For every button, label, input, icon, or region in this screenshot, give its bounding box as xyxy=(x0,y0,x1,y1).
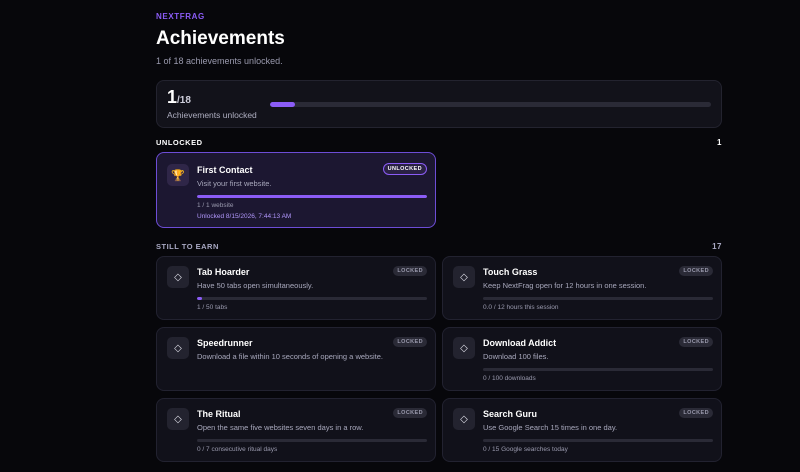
diamond-icon: ◇ xyxy=(453,337,475,359)
achievement-description: Download 100 files. xyxy=(483,352,549,361)
summary-count-block: 1/18 Achievements unlocked xyxy=(167,88,270,120)
diamond-icon: ◇ xyxy=(167,408,189,430)
page-title: Achievements xyxy=(156,28,285,49)
achievement-card[interactable]: ◇ LOCKED Touch Grass Keep NextFrag open for… xyxy=(442,256,722,320)
achievement-progress-text: 1 / 50 tabs xyxy=(197,304,228,311)
achievement-progress-fill xyxy=(197,297,202,300)
achievement-progress-fill xyxy=(197,195,427,198)
achievement-description: Have 50 tabs open simultaneously. xyxy=(197,281,314,290)
summary-total: /18 xyxy=(177,95,191,106)
achievement-card[interactable]: ◇ LOCKED Speedrunner Download a file within… xyxy=(156,327,436,391)
locked-grid: ◇ LOCKED Tab Hoarder Have 50 tabs open simu… xyxy=(156,256,722,462)
achievement-unlocked-date: Unlocked 8/15/2026, 7:44:13 AM xyxy=(197,213,292,220)
achievement-progress-text: 0.0 / 12 hours this session xyxy=(483,304,559,311)
summary-card: 1/18 Achievements unlocked xyxy=(156,80,722,128)
diamond-icon: ◇ xyxy=(167,266,189,288)
achievement-card[interactable]: ◇ LOCKED The Ritual Open the same five webs… xyxy=(156,398,436,462)
summary-label: Achievements unlocked xyxy=(167,110,257,120)
summary-count: 1 xyxy=(167,87,178,107)
diamond-icon: ◇ xyxy=(167,337,189,359)
status-badge: UNLOCKED xyxy=(382,163,427,175)
achievement-progress-bar xyxy=(197,297,427,300)
achievement-progress-text: 1 / 1 website xyxy=(197,202,234,209)
achievement-progress-bar xyxy=(483,368,713,371)
achievement-card[interactable]: ◇ LOCKED Download Addict Download 100 files… xyxy=(442,327,722,391)
status-badge: LOCKED xyxy=(679,337,713,347)
achievement-progress-text: 0 / 100 downloads xyxy=(483,375,536,382)
status-badge: LOCKED xyxy=(679,266,713,276)
unlocked-section-header: UNLOCKED 1 xyxy=(156,138,722,147)
achievement-description: Keep NextFrag open for 12 hours in one s… xyxy=(483,281,647,290)
page-subtitle: 1 of 18 achievements unlocked. xyxy=(156,56,283,66)
diamond-icon: ◇ xyxy=(453,408,475,430)
status-badge: LOCKED xyxy=(679,408,713,418)
status-badge: LOCKED xyxy=(393,408,427,418)
achievement-progress-bar xyxy=(197,195,427,198)
achievement-description: Open the same five websites seven days i… xyxy=(197,423,364,432)
summary-progress-fill xyxy=(270,101,295,107)
achievement-card[interactable]: ◇ LOCKED Search Guru Use Google Search 15 t… xyxy=(442,398,722,462)
unlocked-section-count: 1 xyxy=(717,138,722,147)
achievement-progress-text: 0 / 15 Google searches today xyxy=(483,446,568,453)
achievements-page: NEXTFRAG Achievements 1 of 18 achievemen… xyxy=(156,0,722,462)
diamond-icon: ◇ xyxy=(453,266,475,288)
achievement-progress-bar xyxy=(483,297,713,300)
locked-section-label: STILL TO EARN xyxy=(156,242,219,251)
status-badge: LOCKED xyxy=(393,337,427,347)
status-badge: LOCKED xyxy=(393,266,427,276)
achievement-description: Use Google Search 15 times in one day. xyxy=(483,423,618,432)
unlocked-list: 🏆 UNLOCKED First Contact Visit your first w… xyxy=(156,152,722,228)
achievement-description: Download a file within 10 seconds of ope… xyxy=(197,352,383,361)
unlocked-section-label: UNLOCKED xyxy=(156,138,203,147)
summary-progress-bar xyxy=(270,101,711,107)
achievement-description: Visit your first website. xyxy=(197,179,272,188)
achievement-progress-text: 0 / 7 consecutive ritual days xyxy=(197,446,278,453)
locked-section-header: STILL TO EARN 17 xyxy=(156,242,722,251)
achievement-progress-bar xyxy=(483,439,713,442)
brand-label: NEXTFRAG xyxy=(156,12,205,21)
achievement-progress-bar xyxy=(197,439,427,442)
trophy-icon: 🏆 xyxy=(167,164,189,186)
achievement-card[interactable]: ◇ LOCKED Tab Hoarder Have 50 tabs open simu… xyxy=(156,256,436,320)
achievement-card-unlocked[interactable]: 🏆 UNLOCKED First Contact Visit your first w… xyxy=(156,152,436,228)
locked-section-count: 17 xyxy=(712,242,722,251)
